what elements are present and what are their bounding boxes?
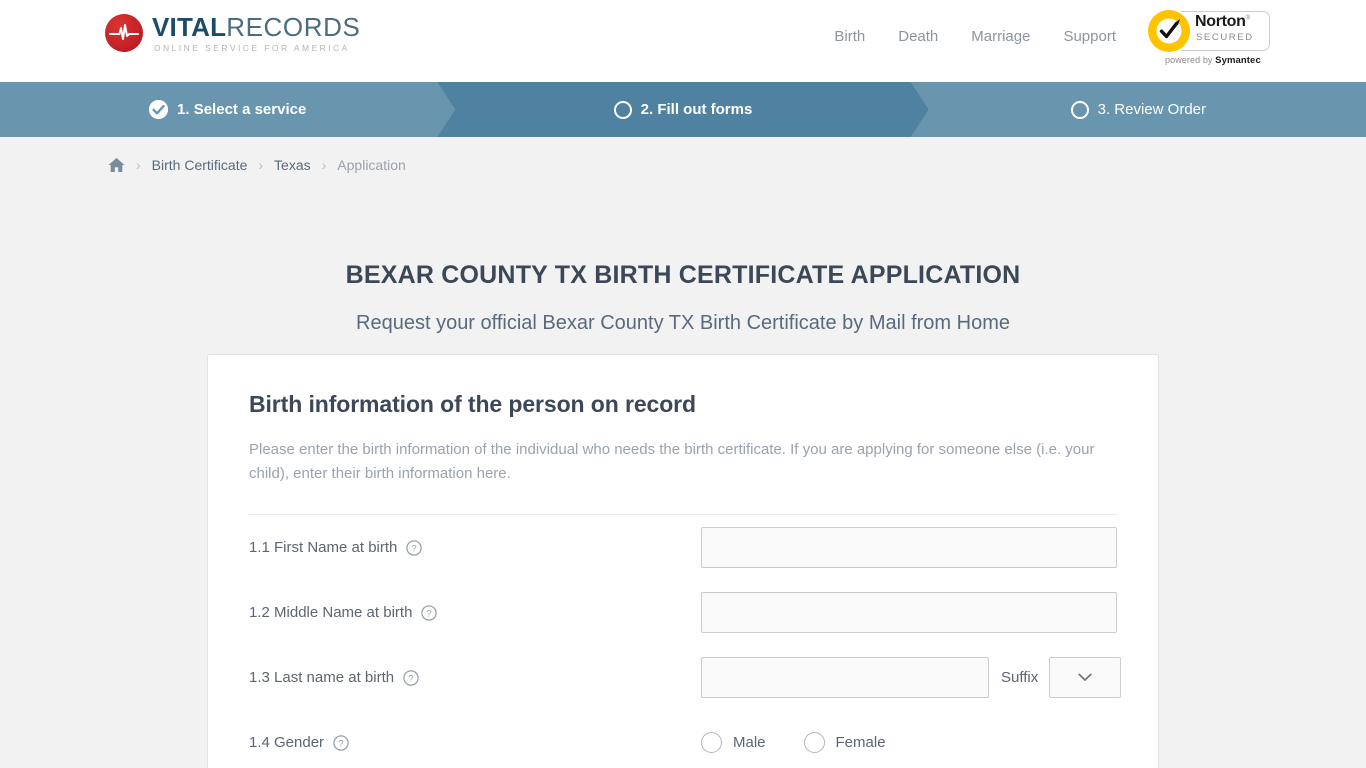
radio-unchecked-icon[interactable] [803, 732, 825, 753]
gender-option-male-label: Male [733, 734, 766, 751]
question-circle-icon[interactable]: ? [403, 669, 419, 686]
gender-control: Male Female [701, 732, 886, 753]
middle-name-input[interactable] [701, 592, 1117, 633]
home-icon[interactable] [108, 157, 125, 173]
middle-name-label: 1.2 Middle Name at birth [249, 604, 413, 621]
svg-text:?: ? [427, 608, 432, 619]
check-badge-icon [1148, 10, 1190, 52]
suffix-select[interactable] [1049, 657, 1122, 698]
step-2-fill-out-forms[interactable]: 2. Fill out forms [437, 82, 928, 137]
breadcrumb-item-birth-certificate[interactable]: Birth Certificate [152, 157, 248, 173]
logo-title: VITALRECORDS [152, 14, 360, 40]
form-row-middle-name: 1.2 Middle Name at birth ? [249, 580, 1117, 645]
form-row-gender: 1.4 Gender ? Male Female [249, 710, 1117, 768]
suffix-label: Suffix [1001, 669, 1039, 686]
nav-item-marriage[interactable]: Marriage [971, 28, 1030, 45]
norton-tm-mark: ® [1245, 15, 1250, 22]
svg-text:?: ? [408, 673, 413, 684]
norton-secured-text: SECURED [1196, 32, 1254, 43]
nav-item-support[interactable]: Support [1063, 28, 1116, 45]
logo-tagline: ONLINE SERVICE FOR AMERICA [154, 43, 350, 53]
breadcrumb-separator: › [321, 156, 327, 173]
radio-unchecked-icon[interactable] [701, 732, 722, 753]
page-title: BEXAR COUNTY TX BIRTH CERTIFICATE APPLIC… [345, 261, 1021, 289]
last-name-label-group: 1.3 Last name at birth ? [249, 669, 701, 686]
gender-option-female[interactable]: Female [803, 732, 886, 753]
first-name-input[interactable] [701, 527, 1117, 568]
logo-word-records: RECORDS [226, 12, 361, 42]
breadcrumb-separator: › [136, 156, 141, 173]
last-name-input[interactable] [701, 657, 989, 698]
step-1-select-a-service[interactable]: 1. Select a service [0, 82, 455, 137]
first-name-control [701, 527, 1117, 568]
first-name-label: 1.1 First Name at birth [249, 539, 398, 556]
form-row-first-name: 1.1 First Name at birth ? [249, 515, 1117, 580]
form-row-last-name: 1.3 Last name at birth ? Suffix [249, 645, 1122, 710]
check-circle-icon [149, 100, 169, 119]
gender-option-male[interactable]: Male [701, 732, 766, 753]
progress-steps: 1. Select a service 2. Fill out forms 3.… [0, 82, 1366, 137]
form-card: Birth information of the person on recor… [207, 354, 1159, 768]
question-circle-icon[interactable]: ? [333, 734, 349, 751]
norton-brand-label: Norton [1195, 13, 1246, 30]
nav-item-death[interactable]: Death [898, 28, 938, 45]
first-name-label-group: 1.1 First Name at birth ? [249, 539, 701, 556]
main-navigation: Birth Death Marriage Support [834, 28, 1116, 45]
breadcrumb-separator: › [258, 156, 264, 173]
empty-circle-icon [614, 101, 632, 119]
norton-powered-text: powered by Symantec [1165, 55, 1261, 66]
chevron-down-icon [1078, 669, 1092, 687]
nav-item-birth[interactable]: Birth [834, 28, 865, 45]
last-name-label: 1.3 Last name at birth [249, 669, 395, 686]
page-subtitle: Request your official Bexar County TX Bi… [356, 312, 1010, 334]
step-3-label: 3. Review Order [1097, 101, 1206, 118]
form-section-description: Please enter the birth information of th… [249, 441, 1095, 482]
empty-circle-icon [1070, 100, 1089, 119]
question-circle-icon[interactable]: ? [406, 539, 423, 556]
step-1-label: 1. Select a service [177, 101, 307, 118]
site-header: VITALRECORDS ONLINE SERVICE FOR AMERICA … [0, 0, 1366, 82]
middle-name-control [701, 592, 1117, 633]
form-section-heading: Birth information of the person on recor… [249, 391, 696, 417]
svg-text:?: ? [338, 738, 343, 749]
heartbeat-circle-icon [105, 13, 143, 52]
step-3-review-order[interactable]: 3. Review Order [911, 82, 1366, 137]
gender-option-female-label: Female [835, 734, 886, 751]
gender-label-group: 1.4 Gender ? [249, 734, 701, 751]
norton-secured-badge[interactable]: Norton® SECURED powered by Symantec [1148, 8, 1270, 70]
breadcrumb-item-application: Application [337, 156, 406, 173]
middle-name-label-group: 1.2 Middle Name at birth ? [249, 604, 701, 621]
site-logo[interactable]: VITALRECORDS ONLINE SERVICE FOR AMERICA [105, 13, 360, 53]
logo-word-vital: VITAL [152, 12, 227, 42]
norton-powered-prefix: powered by [1165, 55, 1216, 65]
svg-text:?: ? [412, 543, 417, 554]
norton-brand-text: Norton® [1195, 13, 1250, 31]
breadcrumb-item-texas[interactable]: Texas [274, 157, 311, 173]
last-name-control: Suffix [701, 657, 1122, 698]
question-circle-icon[interactable]: ? [421, 604, 438, 621]
norton-symantec-label: Symantec [1215, 55, 1261, 66]
gender-label: 1.4 Gender [249, 734, 325, 751]
breadcrumb: › Birth Certificate › Texas › Applicatio… [0, 137, 1366, 192]
step-2-label: 2. Fill out forms [640, 101, 753, 118]
